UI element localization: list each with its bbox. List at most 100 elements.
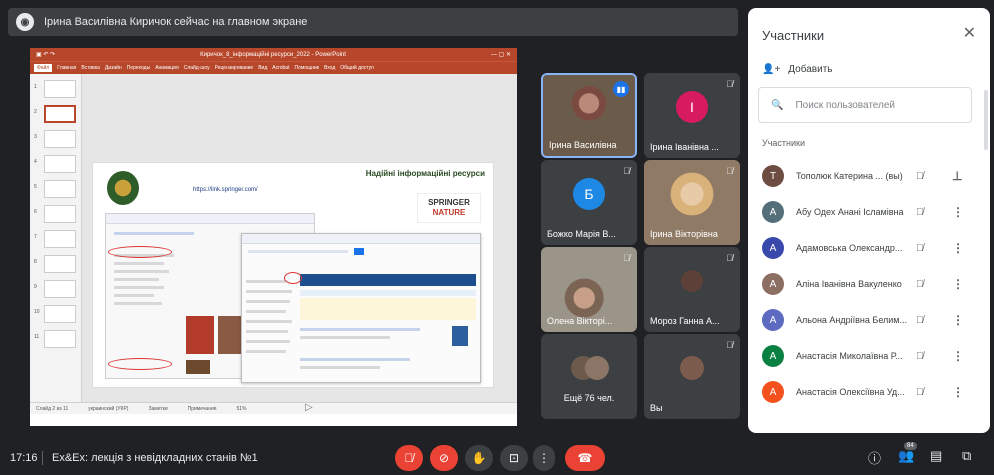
people-icon[interactable]: 👥 84 — [898, 442, 917, 464]
avatar: Б — [573, 178, 605, 210]
chat-icon[interactable]: ▤ — [930, 448, 942, 464]
participant-row[interactable]: A Аліна Іванівна Вакуленко 🎙̸ ⋮ — [748, 266, 990, 302]
shot-line — [248, 250, 348, 253]
slide-thumbnail[interactable] — [44, 105, 76, 123]
end-call-button[interactable]: ☎ — [565, 445, 605, 471]
shot-line — [114, 286, 164, 289]
more-options-icon[interactable]: ⋮ — [952, 313, 964, 327]
avatar: A — [762, 309, 784, 331]
present-button[interactable]: ⊡ — [500, 445, 528, 471]
status-item: Заметки — [148, 405, 168, 412]
participant-row[interactable]: Т Тополюк Катерина ... (вы) 🎙̸ ⊥ — [748, 158, 990, 194]
shot-line — [300, 336, 390, 339]
slide-thumbnail[interactable] — [44, 80, 76, 98]
avatar: A — [762, 345, 784, 367]
tile-participant[interactable]: 🎙̸ Ірина Вікторівна — [644, 160, 740, 245]
participants-count-badge: 84 — [904, 442, 917, 450]
logo-line1: SPRINGER — [428, 198, 470, 207]
banner-text: Ірина Василівна Киричок сейчас на главно… — [44, 16, 308, 28]
tile-participant[interactable]: 🎙̸ І Ірина Іванівна ... — [644, 73, 740, 158]
ribbon-tab[interactable]: Анимация — [155, 65, 178, 71]
slide-thumbnail[interactable] — [44, 180, 76, 198]
participant-row[interactable]: A Анастасія Олексіївна Уд... 🎙̸ ⋮ — [748, 374, 990, 410]
tile-more-participants[interactable]: Ещё 76 чел. — [541, 334, 637, 419]
tile-self[interactable]: 🎙̸ Вы — [644, 334, 740, 419]
highlight-oval — [108, 246, 172, 258]
ribbon-tab[interactable]: Переходы — [127, 65, 150, 71]
slide-thumbnail[interactable] — [44, 255, 76, 273]
search-placeholder: Поиск пользователей — [795, 99, 895, 111]
ribbon-tab[interactable]: Главная — [57, 65, 76, 71]
slide-thumbnail[interactable] — [44, 130, 76, 148]
search-button-image — [354, 248, 364, 255]
tile-participant[interactable]: 🎙̸ Б Божко Марія В... — [541, 160, 637, 245]
info-icon[interactable]: ⓘ — [868, 448, 881, 467]
shot-line — [246, 280, 286, 283]
panel-title: Участники — [762, 28, 825, 43]
ribbon-tab[interactable]: Рецензирование — [215, 65, 254, 71]
add-person-icon: 👤+ — [762, 64, 781, 75]
panel-scrollbar[interactable] — [984, 90, 988, 150]
more-options-icon[interactable]: ⋮ — [952, 205, 964, 219]
mic-off-icon: 🎙̸ — [726, 253, 733, 263]
ribbon-tab[interactable]: Вид — [258, 65, 267, 71]
camera-toggle-button[interactable]: ⊘ — [430, 445, 458, 471]
ribbon-tab[interactable]: Вход — [324, 65, 335, 71]
participant-row[interactable]: А Адамовська Олександр... 🎙̸ ⋮ — [748, 230, 990, 266]
screenshot-springer-search — [241, 233, 481, 383]
ribbon-tab[interactable]: Файл — [34, 64, 53, 72]
slide-thumbnail[interactable] — [44, 330, 76, 348]
search-input[interactable]: 🔍 Поиск пользователей — [758, 87, 972, 123]
thumb-number: 11 — [34, 334, 40, 340]
ribbon-tab[interactable]: Acrobat — [272, 65, 289, 71]
more-options-icon[interactable]: ⋮ — [952, 241, 964, 255]
tile-participant[interactable]: ▮▮ Ірина Василівна — [541, 73, 637, 158]
shot-line — [114, 302, 162, 305]
raise-hand-button[interactable]: ✋ — [465, 445, 493, 471]
tile-name: Ірина Іванівна ... — [650, 142, 719, 152]
tile-participant[interactable]: 🎙̸ Олена Вікторі... — [541, 247, 637, 332]
shot-line — [246, 320, 292, 323]
mic-off-icon: 🎙̸ — [916, 386, 924, 398]
participant-row[interactable]: A Альона Андріївна Белим... 🎙̸ ⋮ — [748, 302, 990, 338]
pp-window-title: Киричок_8_інформаційні ресурси_2022 - Po… — [200, 51, 346, 58]
mic-off-icon: 🎙̸ — [726, 79, 733, 89]
slide-thumbnail[interactable] — [44, 155, 76, 173]
participant-name: Адамовська Олександр... — [796, 243, 903, 253]
pin-icon[interactable]: ⊥ — [952, 169, 962, 183]
shot-line — [300, 358, 410, 361]
more-options-icon[interactable]: ⋮ — [952, 277, 964, 291]
ribbon-tab[interactable]: Дизайн — [105, 65, 122, 71]
pp-titlebar: ▣ ↶ ↷ Киричок_8_інформаційні ресурси_202… — [30, 48, 517, 61]
ribbon-tab[interactable]: Слайд-шоу — [184, 65, 210, 71]
participant-row[interactable]: А Абу Одех Анані Ісламівна 🎙̸ ⋮ — [748, 194, 990, 230]
add-label: Добавить — [788, 64, 833, 75]
ribbon-tab[interactable]: Общий доступ — [340, 65, 374, 71]
slide-thumbnail[interactable] — [44, 230, 76, 248]
pp-ribbon: Файл Главная Вставка Дизайн Переходы Анимация… — [30, 61, 517, 74]
close-icon[interactable]: ✕ — [963, 23, 976, 43]
more-options-icon[interactable]: ⋮ — [952, 349, 964, 363]
slide-url: https://link.springer.com/ — [193, 187, 258, 193]
shot-line — [114, 294, 154, 297]
shot-line — [114, 262, 164, 265]
more-options-button[interactable]: ⋮ — [533, 445, 555, 471]
slide-thumbnail[interactable] — [44, 205, 76, 223]
slide-thumbnail[interactable] — [44, 305, 76, 323]
participants-panel: Участники ✕ 👤+ Добавить 🔍 Поиск пользова… — [748, 8, 990, 433]
mic-toggle-button[interactable]: 🎙̸ — [395, 445, 423, 471]
shot-line — [114, 270, 169, 273]
participant-row[interactable]: A Анастасія Миколаївна Р... 🎙̸ ⋮ — [748, 338, 990, 374]
slide-thumbnail[interactable] — [44, 280, 76, 298]
activities-icon[interactable]: ⧉ — [962, 448, 971, 464]
more-options-icon[interactable]: ⋮ — [952, 385, 964, 399]
ribbon-tab[interactable]: Помощник — [294, 65, 318, 71]
avatar: A — [762, 381, 784, 403]
tile-participant[interactable]: 🎙̸ Мороз Ганна А... — [644, 247, 740, 332]
shot-line — [300, 328, 420, 331]
add-people-button[interactable]: 👤+ Добавить — [762, 64, 833, 75]
tile-name: Олена Вікторі... — [547, 316, 613, 326]
present-icon: ◉ — [16, 13, 34, 31]
shot-bar — [106, 214, 314, 224]
ribbon-tab[interactable]: Вставка — [81, 65, 100, 71]
